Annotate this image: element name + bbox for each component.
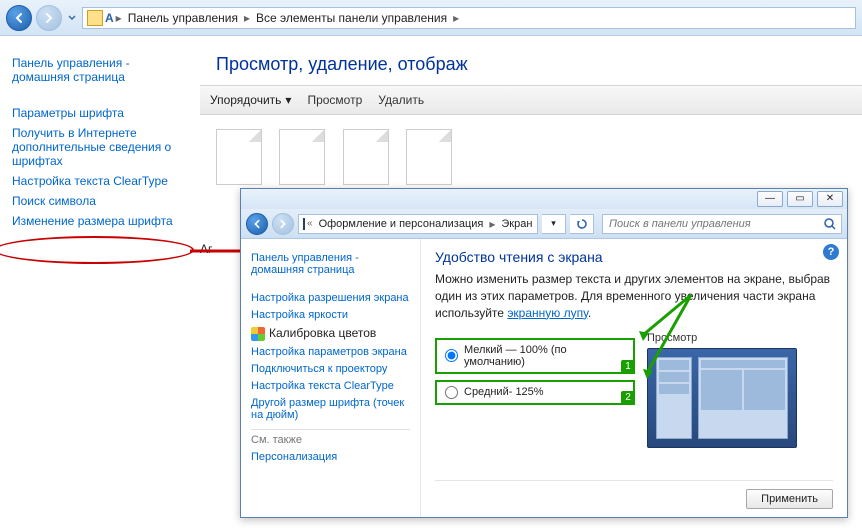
preview-label: Просмотр [647, 332, 833, 344]
arrow-right-icon [43, 12, 55, 24]
arrow-left-icon [13, 12, 25, 24]
front-main: Удобство чтения с экрана Можно изменить … [421, 239, 847, 517]
breadcrumb-sep: « [307, 218, 313, 229]
preview-window-icon [656, 357, 692, 439]
sidebar-see-also-personalization[interactable]: Персонализация [251, 451, 410, 463]
breadcrumb-item[interactable]: Экран [497, 218, 536, 230]
toolbar-view[interactable]: Просмотр [307, 93, 362, 107]
font-preview-item[interactable] [406, 129, 452, 185]
truncated-label: Аг [200, 242, 212, 256]
apply-button[interactable]: Применить [746, 489, 833, 509]
scale-radio-100[interactable] [445, 349, 458, 362]
nav-back-button[interactable] [6, 5, 32, 31]
search-icon [823, 217, 837, 231]
maximize-icon: ▭ [795, 194, 804, 204]
breadcrumb-sep: ▸ [116, 11, 122, 25]
sidebar-item-cleartype[interactable]: Настройка текста ClearType [251, 380, 410, 392]
breadcrumb-item[interactable]: Все элементы панели управления [252, 11, 451, 25]
sidebar-item-font-size[interactable]: Изменение размера шрифта [12, 214, 188, 228]
breadcrumb-sep: ▸ [244, 11, 250, 25]
scale-option-100[interactable]: Мелкий — 100% (по умолчанию) 1 [435, 338, 635, 374]
sidebar-item-screen-params[interactable]: Настройка параметров экрана [251, 346, 410, 358]
breadcrumb[interactable]: « Оформление и персонализация ▸ Экран [298, 214, 538, 234]
window-titlebar: — ▭ ✕ [241, 189, 847, 209]
sidebar-item-font-params[interactable]: Параметры шрифта [12, 106, 188, 120]
sidebar-item-custom-dpi[interactable]: Другой размер шрифта (точек на дюйм) [251, 397, 410, 421]
preview-window-icon [698, 357, 788, 439]
font-preview-item[interactable] [279, 129, 325, 185]
search-box[interactable] [602, 214, 842, 234]
sidebar-item-cleartype[interactable]: Настройка текста ClearType [12, 174, 188, 188]
scale-option-label: Мелкий — 100% (по умолчанию) [464, 344, 625, 368]
toolbar-organize[interactable]: Упорядочить ▾ [210, 93, 291, 107]
sidebar-home-link[interactable]: Панель управления - домашняя страница [251, 252, 410, 276]
nav-forward-button[interactable] [272, 213, 294, 235]
page-title: Просмотр, удаление, отображ [200, 36, 862, 85]
chevron-down-icon: ▾ [551, 218, 556, 229]
breadcrumb-item[interactable]: Оформление и персонализация [315, 218, 488, 230]
breadcrumb-sep: ▸ [453, 11, 459, 25]
annotation-badge: 2 [621, 391, 635, 405]
see-also-label: См. также [251, 434, 410, 446]
minimize-icon: — [765, 194, 775, 204]
nav-back-button[interactable] [246, 213, 268, 235]
nav-forward-button[interactable] [36, 5, 62, 31]
sidebar-item-calibration[interactable]: Калибровка цветов [251, 326, 410, 341]
font-preview-item[interactable] [216, 129, 262, 185]
close-button[interactable]: ✕ [817, 191, 843, 207]
arrow-right-icon [278, 219, 288, 229]
toolbar: Упорядочить ▾ Просмотр Удалить [200, 85, 862, 115]
footer: Применить [435, 480, 833, 509]
breadcrumb-sep: ▸ [489, 217, 495, 231]
minimize-button[interactable]: — [757, 191, 783, 207]
folder-icon [87, 10, 103, 26]
preview-monitor [647, 348, 797, 448]
annotation-badge: 1 [621, 360, 635, 374]
refresh-icon [576, 218, 588, 230]
sidebar-item-online-fonts[interactable]: Получить в Интернете дополнительные свед… [12, 126, 188, 168]
chevron-down-icon [68, 15, 76, 21]
front-window-navbar: « Оформление и персонализация ▸ Экран ▾ [241, 209, 847, 239]
refresh-button[interactable] [570, 214, 594, 234]
chevron-down-icon: ▾ [285, 93, 291, 107]
font-glyph-icon: A [105, 11, 114, 25]
page-heading: Удобство чтения с экрана [435, 249, 833, 265]
close-icon: ✕ [826, 194, 834, 204]
monitor-icon [303, 218, 305, 230]
scale-options: Мелкий — 100% (по умолчанию) 1 Средний- … [435, 332, 635, 411]
display-settings-window: — ▭ ✕ « Оформление и персонализация ▸ Эк… [240, 188, 848, 518]
breadcrumb-dropdown[interactable]: ▾ [542, 214, 566, 234]
arrow-left-icon [252, 219, 262, 229]
sidebar-home-link[interactable]: Панель управления - домашняя страница [12, 56, 188, 84]
toolbar-delete[interactable]: Удалить [378, 93, 424, 107]
breadcrumb-item[interactable]: Панель управления [124, 11, 242, 25]
scale-option-125[interactable]: Средний- 125% 2 [435, 380, 635, 405]
breadcrumb[interactable]: A ▸ Панель управления ▸ Все элементы пан… [82, 7, 856, 29]
sidebar-item-resolution[interactable]: Настройка разрешения экрана [251, 292, 410, 304]
nav-history-dropdown[interactable] [66, 5, 78, 31]
back-window-navbar: A ▸ Панель управления ▸ Все элементы пан… [0, 0, 862, 36]
search-input[interactable] [607, 217, 823, 231]
scale-option-label: Средний- 125% [464, 386, 544, 398]
front-sidebar: ? Панель управления - домашняя страница … [241, 239, 421, 517]
scale-radio-125[interactable] [445, 386, 458, 399]
sidebar-item-char-map[interactable]: Поиск символа [12, 194, 188, 208]
font-preview-item[interactable] [343, 129, 389, 185]
back-sidebar: Панель управления - домашняя страница Па… [0, 36, 200, 528]
maximize-button[interactable]: ▭ [787, 191, 813, 207]
page-description: Можно изменить размер текста и других эл… [435, 271, 833, 322]
shield-icon [251, 327, 265, 341]
sidebar-item-brightness[interactable]: Настройка яркости [251, 309, 410, 321]
sidebar-item-projector[interactable]: Подключиться к проектору [251, 363, 410, 375]
magnifier-link[interactable]: экранную лупу [507, 306, 588, 320]
